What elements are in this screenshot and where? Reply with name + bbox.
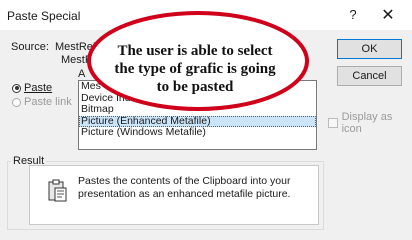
display-as-icon-box[interactable] bbox=[328, 118, 338, 128]
annotation-line-1: The user is able to select bbox=[117, 43, 273, 59]
annotation-line-2: the type of grafic is going bbox=[114, 61, 276, 77]
display-as-icon-label: Display as icon bbox=[341, 111, 393, 135]
annotation-line-3: to be pasted bbox=[156, 79, 234, 95]
source-label: Source: bbox=[11, 41, 49, 53]
cancel-button[interactable]: Cancel bbox=[337, 66, 402, 86]
help-icon[interactable]: ? bbox=[345, 7, 361, 23]
ok-button[interactable]: OK bbox=[337, 39, 402, 59]
paste-link-radio-label: Paste link bbox=[24, 96, 72, 108]
close-icon[interactable]: ✕ bbox=[378, 5, 398, 25]
annotation-text: The user is able to select the type of g… bbox=[100, 42, 290, 96]
result-description: Pastes the contents of the Clipboard int… bbox=[78, 175, 291, 200]
clipboard-icon bbox=[48, 179, 68, 206]
paste-radio[interactable]: Paste bbox=[12, 82, 52, 94]
paste-link-radio[interactable]: Paste link bbox=[12, 96, 72, 108]
dialog-title: Paste Special bbox=[7, 9, 81, 23]
paste-link-radio-button[interactable] bbox=[12, 97, 21, 107]
list-item[interactable]: Picture (Windows Metafile) bbox=[79, 126, 316, 139]
paste-radio-label: Paste bbox=[24, 82, 53, 94]
paste-radio-button[interactable] bbox=[12, 83, 21, 93]
display-as-icon-checkbox[interactable]: Display as icon bbox=[328, 111, 412, 135]
